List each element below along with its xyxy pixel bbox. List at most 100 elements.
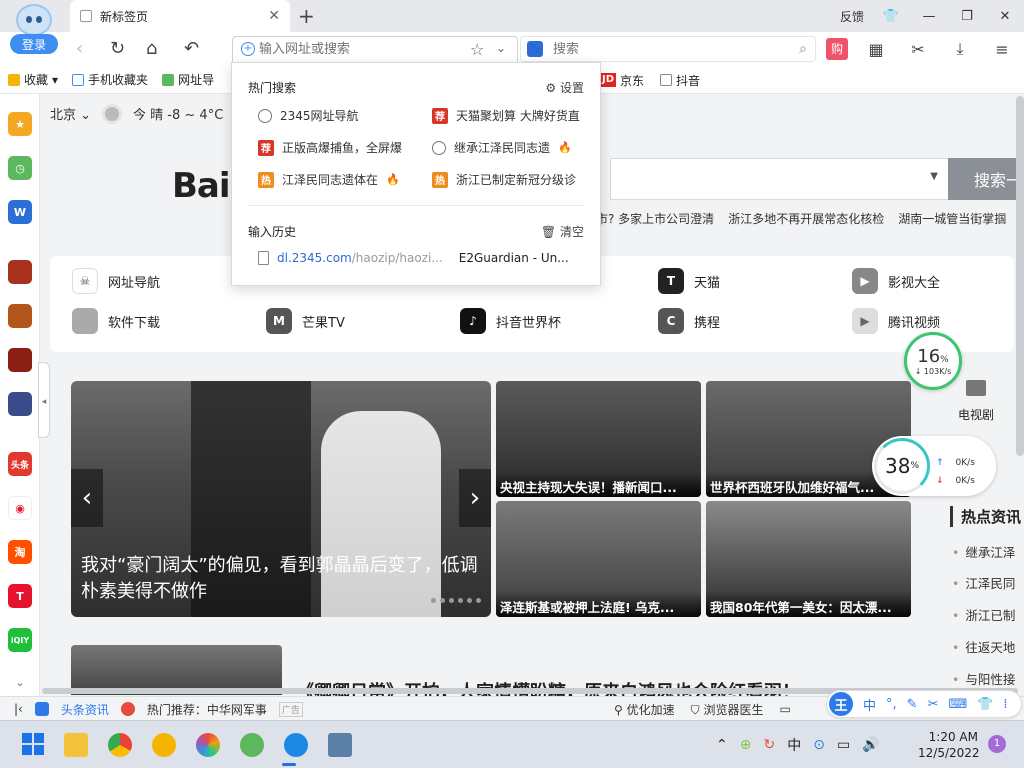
refresh-icon[interactable]: ↻ [110,38,125,59]
close-window-icon[interactable]: ✕ [986,9,1024,24]
sidebar-toggle-handle[interactable]: ◂ [38,362,50,438]
browser-doctor-button[interactable]: ⛉ 浏览器医生 [691,701,764,718]
scissors-icon[interactable]: ✂ [904,40,932,59]
site-software[interactable]: 软件下载 [72,308,160,334]
home-icon[interactable]: ⌂ [146,38,157,59]
sync-icon[interactable]: ↻ [763,737,775,753]
chrome-icon[interactable] [108,733,132,757]
monitor-icon[interactable] [328,733,352,757]
sogou-icon[interactable]: ⊙ [813,737,825,753]
site-tmall[interactable]: T 天猫 [658,268,720,294]
user-avatar[interactable]: 登录 [10,4,58,56]
main-search-input[interactable]: ▼ [610,158,948,200]
game-icon-4[interactable] [8,392,32,416]
hot-news-item[interactable]: 与阳性接 [952,669,1015,688]
recommend-link[interactable]: 热门推荐：中华网军事 [147,701,267,718]
weibo-icon[interactable]: ◉ [8,496,32,520]
notification-badge[interactable]: 1 [988,735,1006,753]
search-input[interactable] [553,41,773,57]
scissors-icon[interactable]: ✂ [928,697,939,712]
undo-icon[interactable]: ↶ [184,38,199,59]
punctuation-icon[interactable]: °, [886,697,897,712]
grid-icon[interactable]: ⁞ [1003,697,1007,712]
site-ctrip[interactable]: C 携程 [658,308,720,334]
file-explorer-icon[interactable] [64,733,88,757]
chevron-down-icon[interactable]: ⌄ [8,670,32,694]
suggestion-item[interactable]: 热江泽民同志遗体在 🔥 [258,171,418,188]
baidu-logo[interactable]: Bai [172,166,231,206]
taobao-icon[interactable]: 淘 [8,540,32,564]
hot-news-item[interactable]: 继承江泽 [952,542,1015,561]
bookmark-mobile[interactable]: 手机收藏夹 [72,71,148,88]
game-icon-2[interactable] [8,304,32,328]
feedback-button[interactable]: 反馈 [832,8,872,25]
close-tab-icon[interactable]: ✕ [268,8,280,24]
apps-grid-icon[interactable]: ▦ [862,40,890,59]
ime-tray[interactable]: 中 [787,735,801,755]
site-video[interactable]: ▶ 影视大全 [852,268,940,294]
bookmark-douyin[interactable]: 抖音 [660,72,700,89]
news-thumb[interactable]: 央视主持现大失误！播新闻口... [496,381,701,497]
hot-news-item[interactable]: 往返天地 [952,637,1015,656]
ime-mode[interactable]: 中 [863,695,876,714]
suggestion-item[interactable]: 继承江泽民同志遗 🔥 [432,139,592,156]
history-clock-icon[interactable]: ◷ [8,156,32,180]
news-thumb[interactable]: 泽连斯基或被押上法庭! 乌克... [496,501,701,617]
search-box[interactable]: 🐾 ⌕ [520,36,816,62]
skin-icon[interactable]: 👕 [872,9,910,24]
bookmark-favorites[interactable]: 收藏 ▾ [8,71,58,88]
settings-button[interactable]: ⚙ 设置 [545,79,584,96]
system-clock[interactable]: 1:20 AM 12/5/2022 [918,729,980,761]
site-url-nav[interactable]: ☠ 网址导航 [72,268,160,294]
news-thumb[interactable]: 我国80年代第一美女：因太漂... [706,501,911,617]
ime-logo-icon[interactable]: 王 [829,692,853,716]
login-button[interactable]: 登录 [10,34,58,54]
minimize-icon[interactable]: — [910,9,948,24]
history-item[interactable]: dl.2345.com/haozip/haozi... E2Guardian -… [258,251,569,265]
favorites-star-icon[interactable]: ★ [8,112,32,136]
suggestion-item[interactable]: 2345网址导航 [258,107,418,124]
shopping-button[interactable]: 购 [826,38,848,60]
bookmark-star-icon[interactable]: ☆ [470,40,484,59]
maximize-icon[interactable]: ❐ [948,9,986,24]
chevron-up-icon[interactable]: ⌃ [716,737,728,753]
volume-icon[interactable]: 🔊 [862,737,879,753]
shirt-icon[interactable]: 👕 [977,697,993,712]
caret-down-icon[interactable]: ▼ [930,171,938,182]
iqiyi-icon[interactable]: iQIY [8,628,32,652]
hot-news-item[interactable]: 江泽民同 [952,573,1015,592]
suggestion-item[interactable]: 荐正版高爆捕鱼，全屏爆 [258,139,418,156]
clear-history-button[interactable]: 🗑 清空 [541,223,584,240]
ie-browser-icon[interactable] [284,733,308,757]
ticker-item[interactable]: 湖南一城管当街掌掴 [898,210,1006,227]
game-icon-1[interactable] [8,260,32,284]
vertical-scrollbar[interactable] [1016,96,1024,456]
word-icon[interactable]: W [8,200,32,224]
chevron-down-icon[interactable]: ⌄ [496,41,506,55]
carousel-prev-button[interactable]: ‹ [71,469,103,527]
optimize-button[interactable]: ⚲ 优化加速 [614,701,675,718]
memory-speed-widget[interactable]: 16% ↓ 103K/s [904,332,962,390]
suggestion-item[interactable]: 荐天猫聚划算 大牌好货直 [432,107,592,124]
2345-browser-icon[interactable] [240,733,264,757]
keyboard-icon[interactable]: ⌨ [948,697,967,712]
news-link[interactable]: 头条资讯 [61,701,109,718]
search-icon[interactable]: ⌕ [799,41,807,57]
network-speed-widget[interactable]: 38% ↑ 0K/s ↓ 0K/s [872,436,996,496]
suggestion-item[interactable]: 热浙江已制定新冠分级诊 [432,171,592,188]
tv-series-link[interactable]: 电视剧 [952,380,1000,423]
network-icon[interactable]: ▭ [837,737,850,753]
ticker-item[interactable]: 市? 多家上市公司澄清 [596,210,714,227]
game-icon-3[interactable] [8,348,32,372]
site-tencent-video[interactable]: ▶ 腾讯视频 [852,308,940,334]
ticker-item[interactable]: 浙江多地不再开展常态化核检 [728,210,884,227]
menu-icon[interactable]: ≡ [988,40,1016,59]
carousel-next-button[interactable]: › [459,469,491,527]
weather-widget[interactable]: 北京 ⌄ 今 晴 -8 ~ 4°C [50,104,223,123]
windows-start-icon[interactable] [22,733,44,755]
pen-icon[interactable]: ✎ [907,697,918,712]
new-tab-button[interactable]: + [298,4,315,28]
site-douyin[interactable]: ♪ 抖音世界杯 [460,308,561,334]
back-icon[interactable]: ‹ [76,38,83,59]
tab-new-tab[interactable]: 新标签页 ✕ [70,0,290,32]
